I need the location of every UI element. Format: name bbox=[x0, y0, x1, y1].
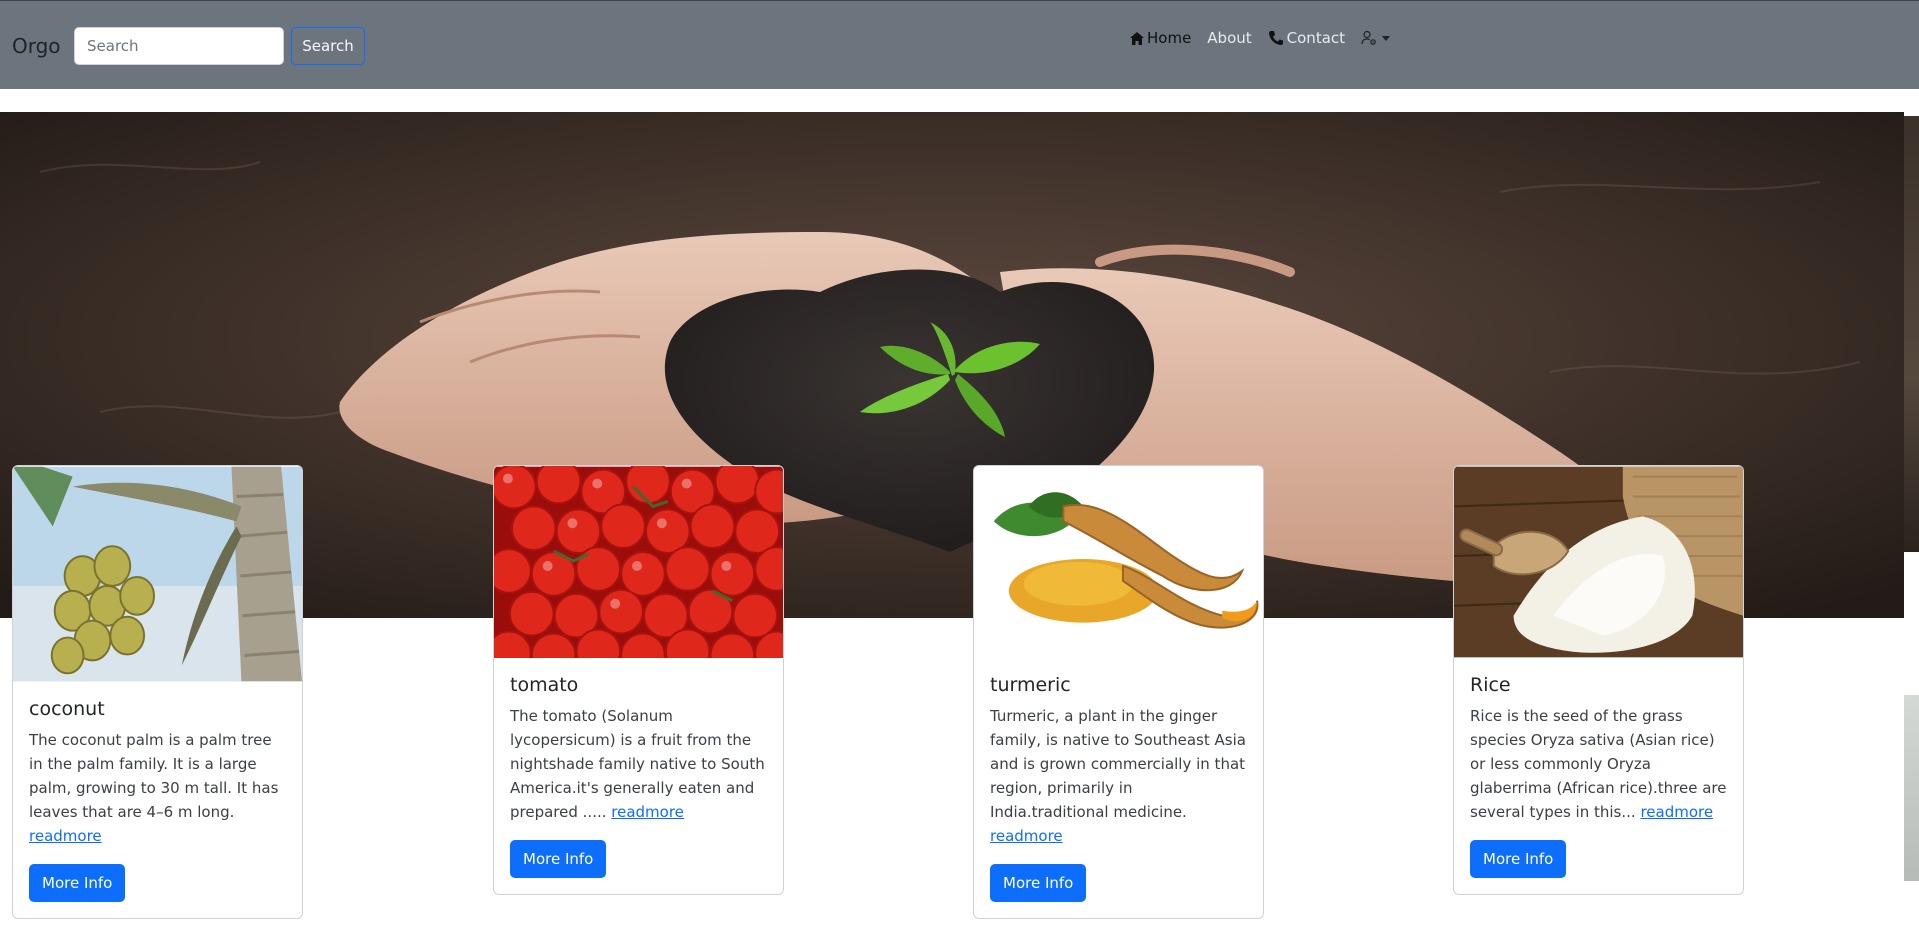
card-body: turmeric Turmeric, a plant in the ginger… bbox=[974, 658, 1263, 918]
readmore-link[interactable]: readmore bbox=[1640, 803, 1713, 821]
card-text: Rice is the seed of the grass species Or… bbox=[1470, 704, 1727, 824]
card-body: coconut The coconut palm is a palm tree … bbox=[13, 682, 302, 918]
next-slide-preview-lower bbox=[1904, 695, 1919, 881]
card-text: The coconut palm is a palm tree in the p… bbox=[29, 728, 286, 848]
coconut-image bbox=[13, 466, 302, 682]
card-description: The coconut palm is a palm tree in the p… bbox=[29, 731, 279, 821]
card-text: Turmeric, a plant in the ginger family, … bbox=[990, 704, 1247, 848]
product-card-coconut: coconut The coconut palm is a palm tree … bbox=[12, 465, 303, 919]
nav-about[interactable]: About bbox=[1207, 29, 1251, 47]
home-icon bbox=[1130, 31, 1144, 45]
more-info-button[interactable]: More Info bbox=[29, 864, 126, 902]
readmore-link[interactable]: readmore bbox=[611, 803, 684, 821]
card-body: tomato The tomato (Solanum lycopersicum)… bbox=[494, 658, 783, 894]
card-title: coconut bbox=[29, 698, 105, 720]
readmore-link[interactable]: readmore bbox=[29, 827, 102, 845]
next-slide-preview bbox=[1904, 116, 1919, 552]
nav-contact[interactable]: Contact bbox=[1268, 29, 1345, 47]
card-title: turmeric bbox=[990, 674, 1071, 696]
card-title: Rice bbox=[1470, 674, 1511, 696]
card-description: Turmeric, a plant in the ginger family, … bbox=[990, 707, 1246, 821]
search-button[interactable]: Search bbox=[291, 27, 365, 65]
product-card-rice: Rice Rice is the seed of the grass speci… bbox=[1453, 465, 1744, 895]
product-card-turmeric: turmeric Turmeric, a plant in the ginger… bbox=[973, 465, 1264, 919]
search-input[interactable] bbox=[74, 27, 284, 65]
tomato-image bbox=[494, 466, 783, 658]
more-info-button[interactable]: More Info bbox=[510, 840, 607, 878]
navbar: Orgo Search Home About Contact bbox=[0, 0, 1919, 89]
brand-logo[interactable]: Orgo bbox=[12, 34, 61, 58]
nav-home-label: Home bbox=[1147, 29, 1192, 47]
user-menu-dropdown[interactable] bbox=[1361, 30, 1391, 46]
nav-about-label: About bbox=[1207, 29, 1252, 47]
more-info-button[interactable]: More Info bbox=[1470, 840, 1567, 878]
nav-home[interactable]: Home bbox=[1130, 29, 1191, 47]
phone-icon bbox=[1268, 31, 1283, 45]
user-gear-icon bbox=[1361, 30, 1376, 45]
card-body: Rice Rice is the seed of the grass speci… bbox=[1454, 658, 1743, 894]
nav-contact-label: Contact bbox=[1286, 29, 1346, 47]
card-title: tomato bbox=[510, 674, 579, 696]
card-text: The tomato (Solanum lycopersicum) is a f… bbox=[510, 704, 767, 824]
product-card-tomato: tomato The tomato (Solanum lycopersicum)… bbox=[493, 465, 784, 895]
chevron-down-icon bbox=[1382, 35, 1391, 41]
main-nav: Home About Contact bbox=[1130, 29, 1391, 47]
readmore-link[interactable]: readmore bbox=[990, 827, 1063, 845]
more-info-button[interactable]: More Info bbox=[990, 864, 1087, 902]
rice-image bbox=[1454, 466, 1743, 658]
turmeric-image bbox=[974, 466, 1263, 658]
